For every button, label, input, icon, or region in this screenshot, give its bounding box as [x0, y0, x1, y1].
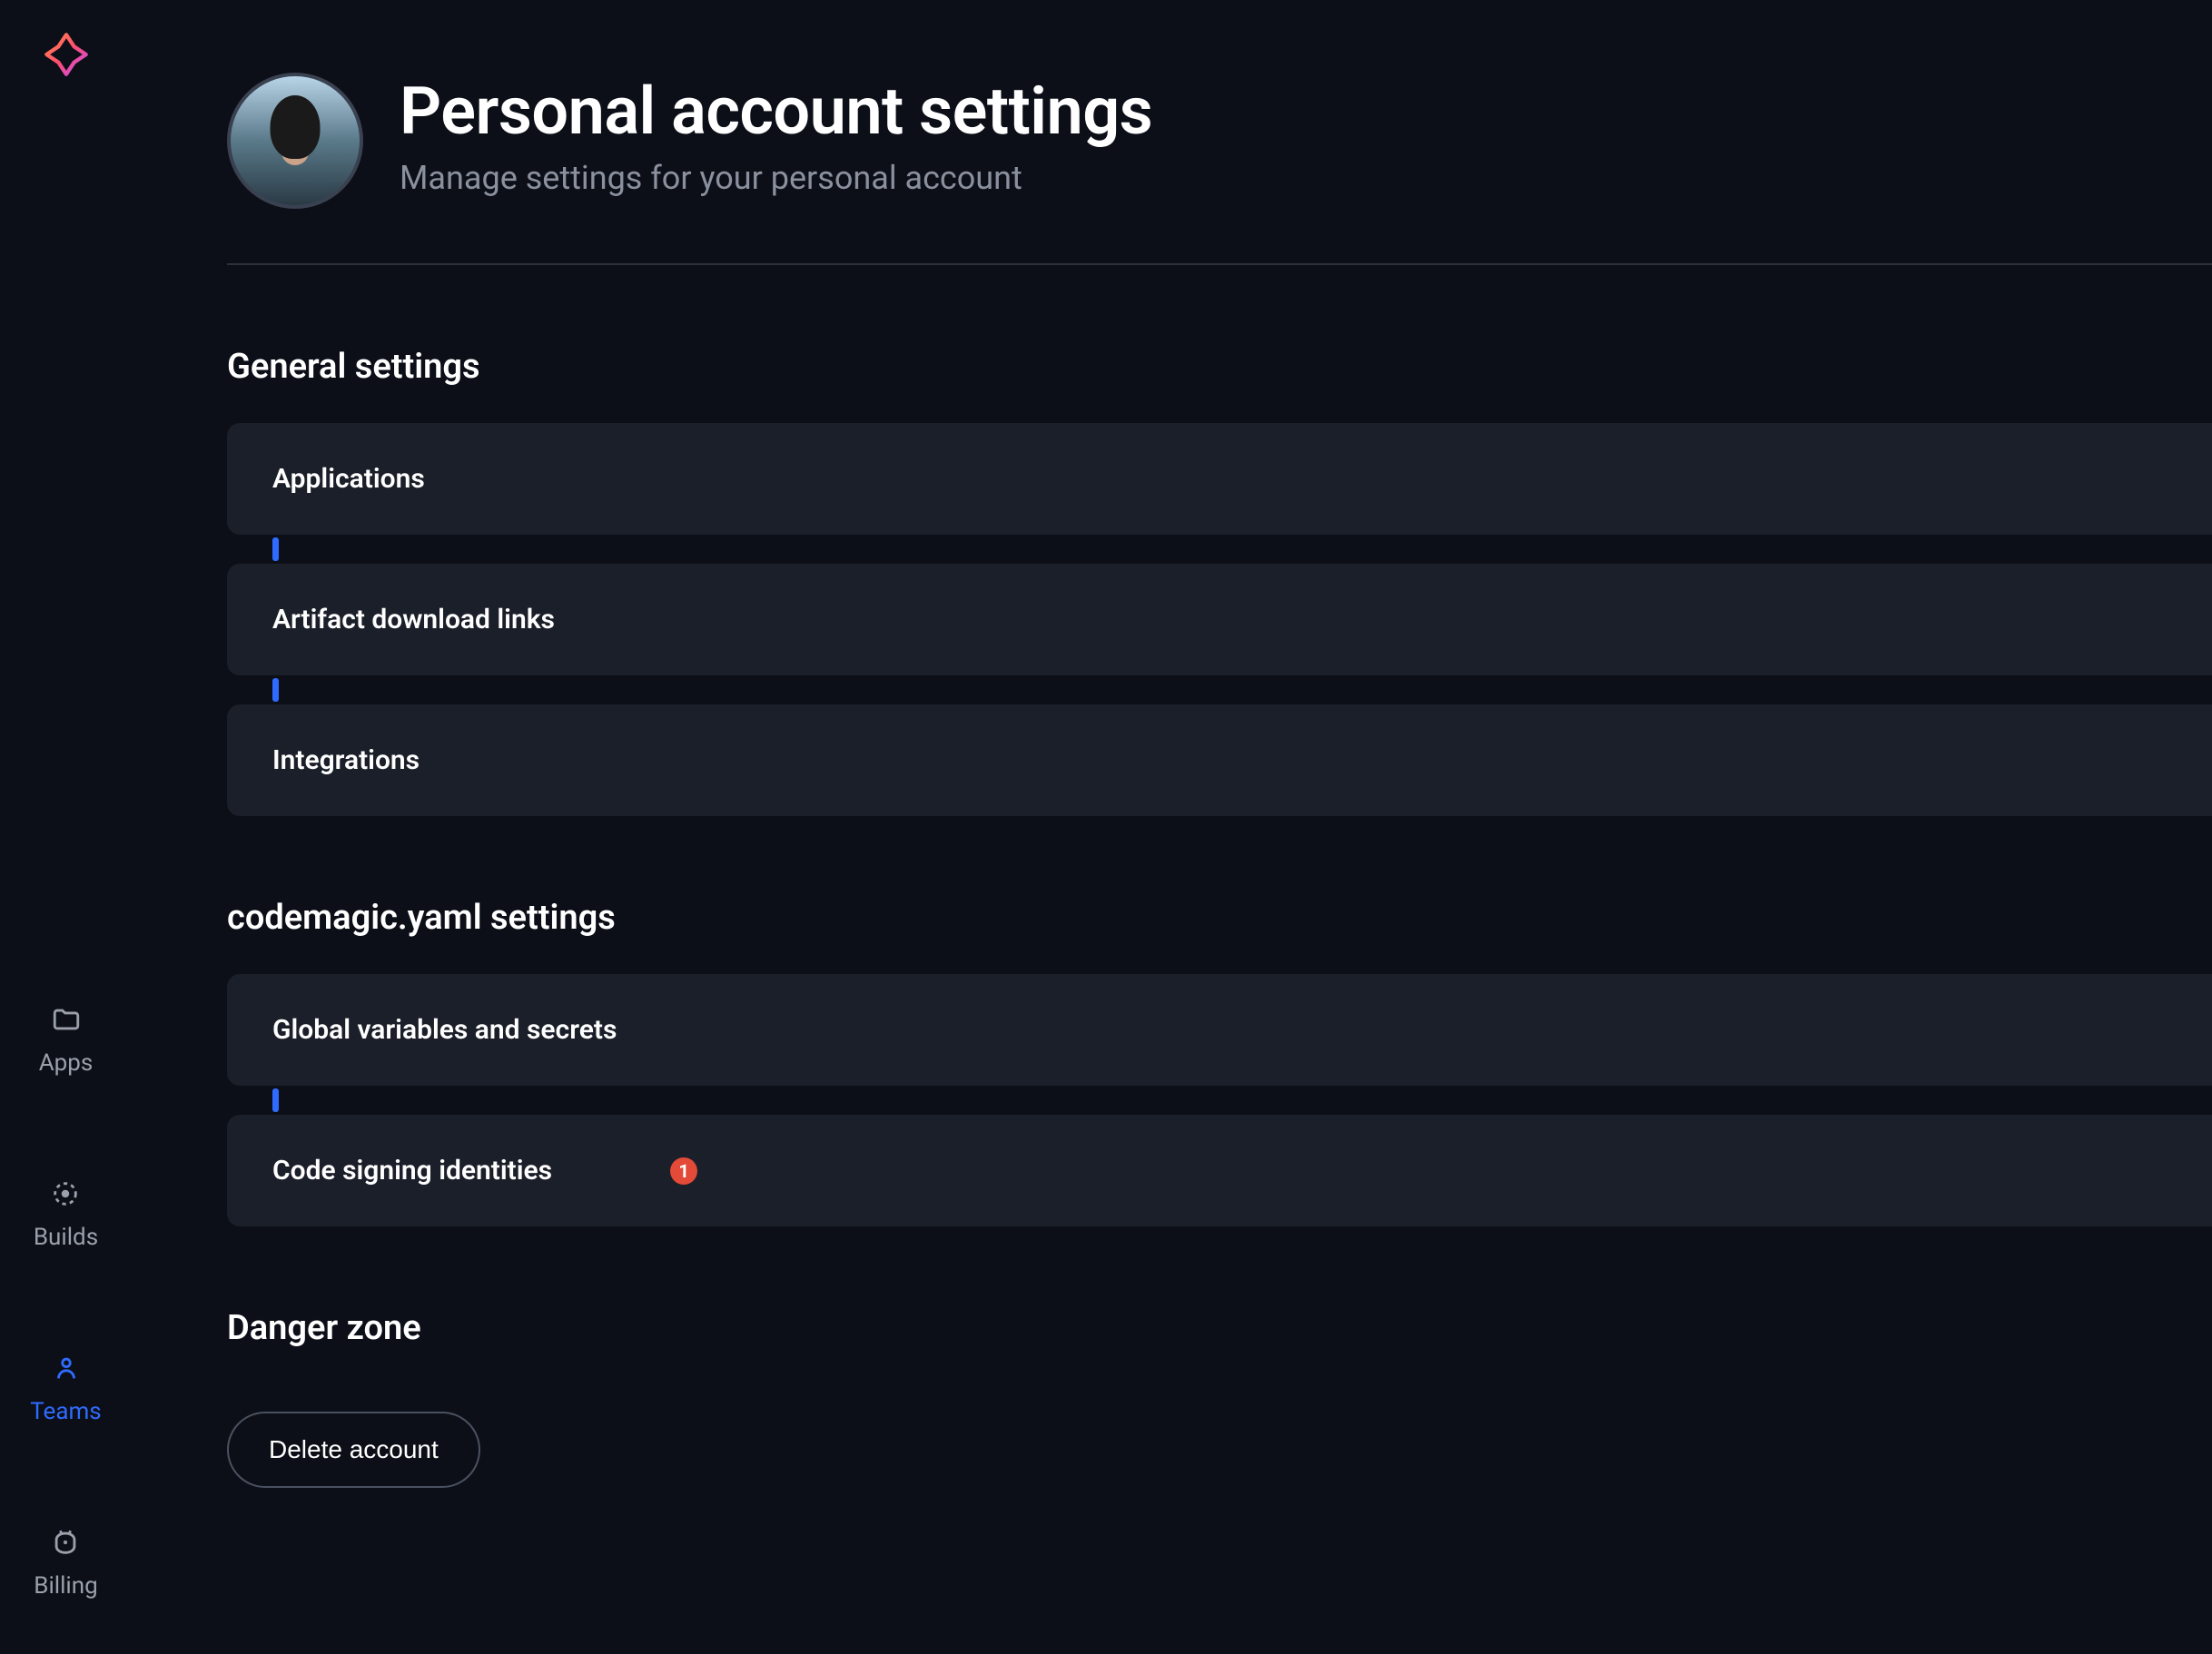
panel-label: Code signing identities [272, 1155, 552, 1186]
nav-label: Apps [39, 1049, 94, 1077]
page-title: Personal account settings [400, 73, 1152, 150]
nav-item-apps[interactable]: Apps [39, 1002, 94, 1077]
panel-global-variables[interactable]: Global variables and secrets [227, 974, 2212, 1086]
section-danger: Danger zone Delete account [227, 1308, 2212, 1488]
panel-code-signing-identities[interactable]: Code signing identities 1 [227, 1115, 2212, 1226]
page-subtitle: Manage settings for your personal accoun… [400, 159, 1152, 197]
nav-label: Teams [30, 1398, 101, 1425]
panel-applications[interactable]: Applications [227, 423, 2212, 535]
main-content: Personal account settings Manage setting… [227, 0, 2212, 1488]
panel-label: Artifact download links [272, 604, 555, 635]
panel-label: Applications [272, 463, 425, 495]
avatar[interactable] [227, 73, 363, 209]
panel-artifact-download-links[interactable]: Artifact download links [227, 564, 2212, 675]
folder-icon [49, 1002, 84, 1037]
teams-icon [49, 1351, 84, 1385]
builds-icon [48, 1177, 83, 1211]
logo-icon [43, 31, 90, 78]
delete-account-button[interactable]: Delete account [227, 1412, 480, 1488]
panel-connector [272, 675, 2212, 704]
sidebar: Apps Builds Teams Billing [0, 0, 132, 1654]
section-title-danger: Danger zone [227, 1308, 2212, 1348]
section-general: General settings Applications Artifact d… [227, 347, 2212, 816]
billing-icon [48, 1525, 83, 1560]
logo[interactable] [39, 27, 94, 82]
section-title-general: General settings [227, 347, 2212, 387]
header-text: Personal account settings Manage setting… [400, 73, 1152, 197]
nav-item-teams[interactable]: Teams [30, 1351, 101, 1425]
panel-integrations[interactable]: Integrations [227, 704, 2212, 816]
notification-badge: 1 [670, 1157, 697, 1185]
panel-label: Global variables and secrets [272, 1014, 617, 1046]
panel-connector [272, 535, 2212, 564]
section-yaml: codemagic.yaml settings Global variables… [227, 898, 2212, 1226]
panel-connector [272, 1086, 2212, 1115]
nav-label: Builds [34, 1224, 98, 1251]
section-title-yaml: codemagic.yaml settings [227, 898, 2212, 938]
nav-label: Billing [34, 1572, 97, 1600]
nav-item-builds[interactable]: Builds [34, 1177, 98, 1251]
panel-label: Integrations [272, 744, 420, 776]
page-header: Personal account settings Manage setting… [227, 73, 2212, 265]
nav-item-billing[interactable]: Billing [34, 1525, 97, 1600]
nav-items: Apps Builds Teams Billing [0, 1002, 132, 1654]
